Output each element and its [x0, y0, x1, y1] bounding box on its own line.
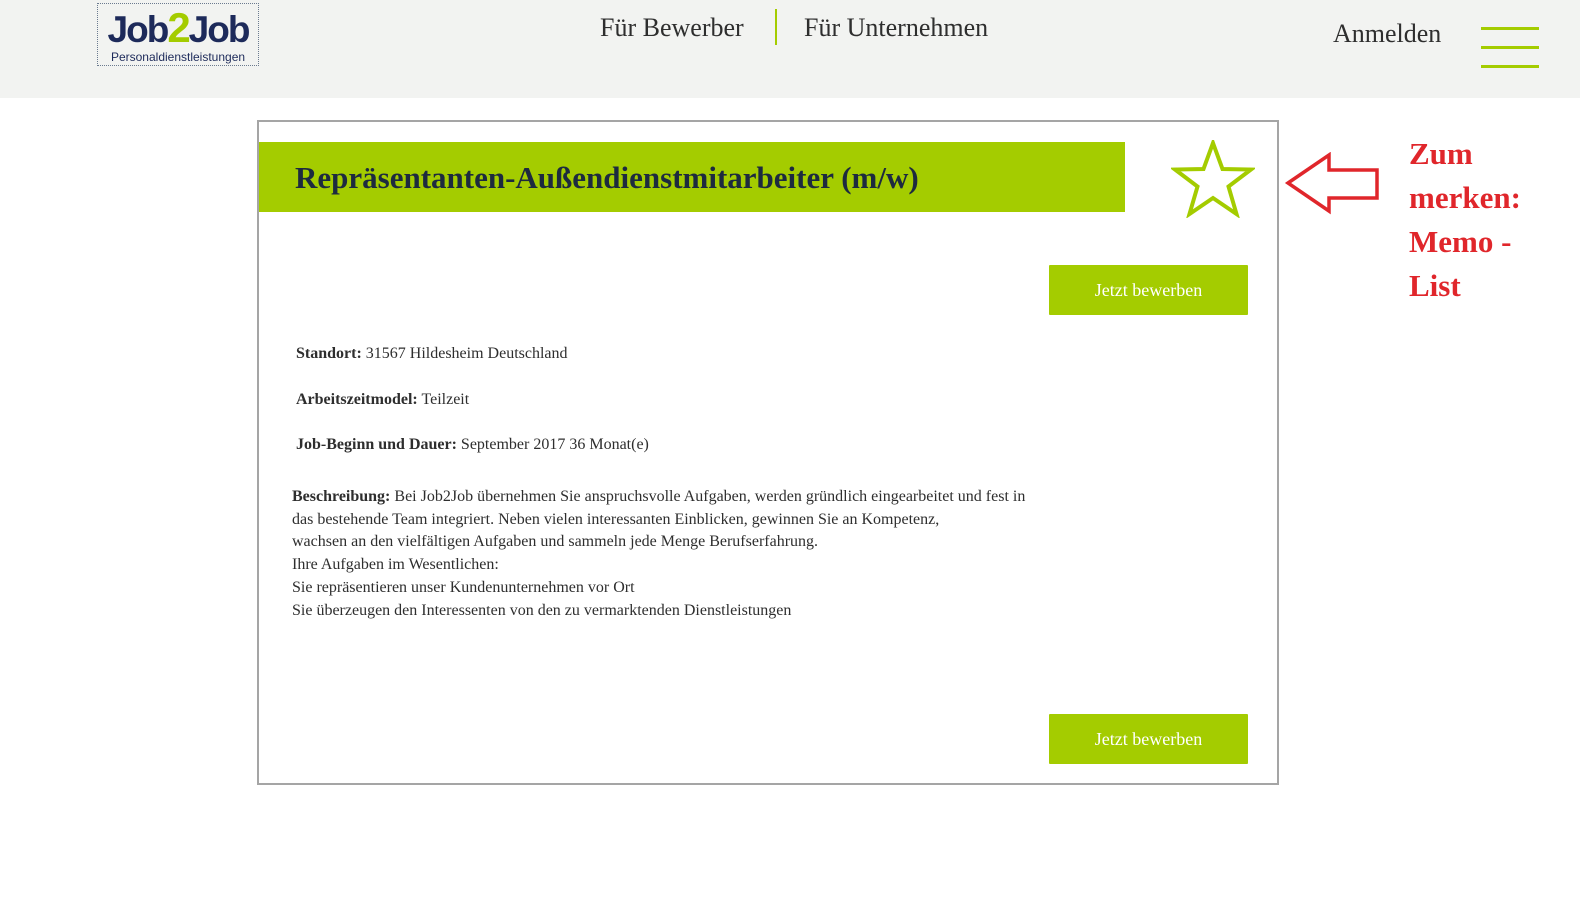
nav-link-companies[interactable]: Für Unternehmen [804, 12, 988, 44]
annotation-line: merken: [1409, 180, 1521, 215]
hamburger-menu-icon[interactable] [1481, 27, 1539, 69]
nav-link-applicants[interactable]: Für Bewerber [600, 12, 744, 44]
logo-wordmark: Job2Job [107, 4, 251, 51]
job-title: Repräsentanten-Außendienstmitarbeiter (m… [295, 160, 919, 195]
location-field: Standort: 31567 Hildesheim Deutschland [296, 344, 568, 364]
annotation-line: List [1409, 268, 1461, 303]
location-value: 31567 Hildesheim Deutschland [365, 345, 568, 362]
location-label: Standort: [296, 345, 362, 362]
description-line: Sie repräsentieren unser Kundenunternehm… [292, 578, 635, 596]
apply-button-top[interactable]: Jetzt bewerben [1049, 265, 1248, 315]
annotation-line: Memo - [1409, 224, 1512, 259]
apply-button-bottom[interactable]: Jetzt bewerben [1049, 714, 1248, 764]
description-line: Bei Job2Job übernehmen Sie anspruchsvoll… [394, 488, 1026, 505]
login-link[interactable]: Anmelden [1333, 18, 1441, 50]
annotation-line: Zum [1409, 136, 1473, 171]
description-line: Sie überzeugen den Interessenten von den… [292, 601, 792, 619]
job2job-logo[interactable]: Job2Job Personaldienstleistungen [97, 3, 259, 66]
description-line: das bestehende Team integriert. Neben vi… [292, 510, 940, 528]
star-outline-icon[interactable] [1171, 140, 1255, 218]
work-model-value: Teilzeit [421, 391, 470, 408]
memo-list-annotation: Zum merken: Memo - List [1409, 132, 1569, 308]
work-model-field: Arbeitszeitmodel: Teilzeit [296, 390, 469, 410]
job-posting-card: Repräsentanten-Außendienstmitarbeiter (m… [257, 120, 1279, 785]
work-model-label: Arbeitszeitmodel: [296, 391, 418, 408]
job-start-value: September 2017 36 Monat(e) [460, 436, 649, 453]
job-description: Beschreibung: Bei Job2Job übernehmen Sie… [292, 486, 1112, 622]
description-label: Beschreibung: [292, 488, 391, 505]
description-line: Ihre Aufgaben im Wesentlichen: [292, 556, 499, 574]
nav-divider [775, 9, 777, 45]
job-start-field: Job-Beginn und Dauer: September 2017 36 … [296, 435, 649, 455]
left-arrow-icon [1284, 152, 1379, 215]
job-start-label: Job-Beginn und Dauer: [296, 436, 457, 453]
logo-subtitle: Personaldienstleistungen [110, 50, 246, 64]
site-header: Job2Job Personaldienstleistungen Für Bew… [0, 0, 1580, 98]
description-line: wachsen an den vielfältigen Aufgaben und… [292, 533, 819, 551]
job-title-bar: Repräsentanten-Außendienstmitarbeiter (m… [259, 142, 1125, 212]
